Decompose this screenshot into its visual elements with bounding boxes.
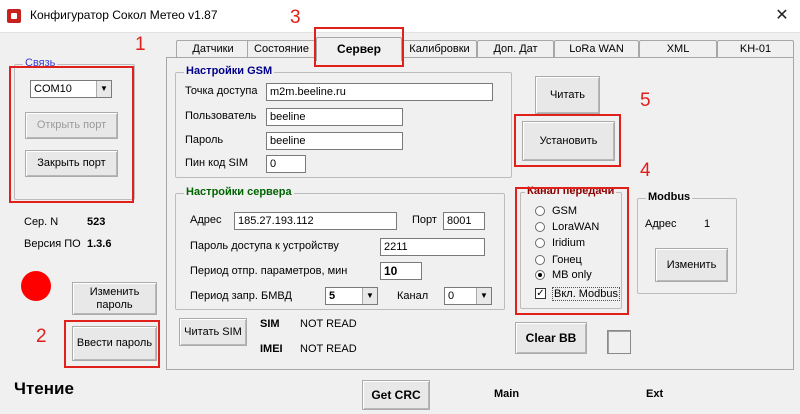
firmware-label: Версия ПО	[24, 238, 81, 250]
annotation-number-3: 3	[290, 7, 301, 28]
change-modbus-button[interactable]: Изменить	[655, 248, 728, 282]
request-period-value: 5	[329, 290, 336, 302]
tab-extra-sensors[interactable]: Доп. Дат	[477, 40, 554, 58]
annotation-number-4: 4	[640, 160, 651, 181]
gsm-settings-title: Настройки GSM	[184, 65, 275, 77]
address-label: Адрес	[190, 214, 222, 226]
ext-label: Ext	[646, 388, 664, 400]
send-period-input[interactable]: 10	[380, 262, 422, 280]
port-label: Порт	[412, 214, 437, 226]
pin-input[interactable]: 0	[266, 155, 306, 173]
apn-label: Точка доступа	[185, 85, 258, 97]
annotation-box-connection	[9, 66, 134, 203]
serial-value: 523	[87, 216, 106, 228]
port-input[interactable]: 8001	[443, 212, 485, 230]
imei-label: IMEI	[260, 343, 283, 355]
chevron-down-icon[interactable]: ▼	[362, 288, 377, 304]
user-label: Пользователь	[185, 110, 257, 122]
password-input[interactable]: beeline	[266, 132, 403, 150]
chevron-down-icon[interactable]: ▼	[476, 288, 491, 304]
device-password-label: Пароль доступа к устройству	[190, 240, 339, 252]
modbus-address-value: 1	[704, 218, 711, 230]
serial-label: Сер. N	[24, 216, 59, 228]
address-input[interactable]: 185.27.193.112	[234, 212, 397, 230]
tab-sensors[interactable]: Датчики	[176, 40, 250, 58]
get-crc-button[interactable]: Get CRC	[362, 380, 430, 410]
read-status-text: Чтение	[14, 379, 74, 398]
tab-status[interactable]: Состояние	[247, 40, 316, 58]
device-password-input[interactable]: 2211	[380, 238, 485, 256]
request-period-label: Период запр. БМВД	[190, 290, 292, 302]
sim-value: NOT READ	[300, 318, 357, 330]
modbus-address-label: Адрес	[645, 218, 677, 230]
annotation-box-password	[64, 320, 160, 368]
apn-input[interactable]: m2m.beeline.ru	[266, 83, 493, 101]
annotation-number-5: 5	[640, 90, 651, 111]
annotation-number-1: 1	[135, 34, 146, 55]
sim-label: SIM	[260, 318, 280, 330]
close-icon[interactable]: ✕	[770, 4, 794, 28]
change-password-button[interactable]: Изменить пароль	[72, 282, 157, 315]
tab-server[interactable]: Сервер	[316, 37, 402, 61]
request-period-select[interactable]: 5 ▼	[325, 287, 378, 305]
imei-value: NOT READ	[300, 343, 357, 355]
clear-bb-button[interactable]: Clear BB	[515, 322, 587, 354]
tab-kh01[interactable]: KH-01	[717, 40, 794, 58]
main-label: Main	[494, 388, 520, 400]
channel-label: Канал	[397, 290, 429, 302]
server-settings-title: Настройки сервера	[184, 186, 294, 198]
annotation-box-channel	[515, 187, 629, 315]
user-input[interactable]: beeline	[266, 108, 403, 126]
window-title: Конфигуратор Сокол Метео v1.87	[30, 8, 218, 22]
tab-lorawan[interactable]: LoRa WAN	[554, 40, 639, 58]
read-button[interactable]: Читать	[535, 76, 600, 114]
tab-calibration[interactable]: Калибровки	[402, 40, 477, 58]
pin-label: Пин код SIM	[185, 157, 249, 169]
channel-value: 0	[448, 290, 455, 302]
modbus-group-title: Modbus	[646, 191, 693, 203]
indicator-box	[607, 330, 631, 354]
annotation-number-2: 2	[36, 326, 47, 347]
status-indicator	[21, 271, 51, 301]
channel-select[interactable]: 0 ▼	[444, 287, 492, 305]
password-label: Пароль	[185, 134, 224, 146]
read-sim-button[interactable]: Читать SIM	[179, 318, 247, 346]
firmware-value: 1.3.6	[87, 238, 112, 250]
tab-xml[interactable]: XML	[639, 40, 717, 58]
app-icon	[7, 9, 21, 23]
annotation-box-set	[514, 114, 621, 167]
send-period-label: Период отпр. параметров, мин	[190, 265, 348, 277]
